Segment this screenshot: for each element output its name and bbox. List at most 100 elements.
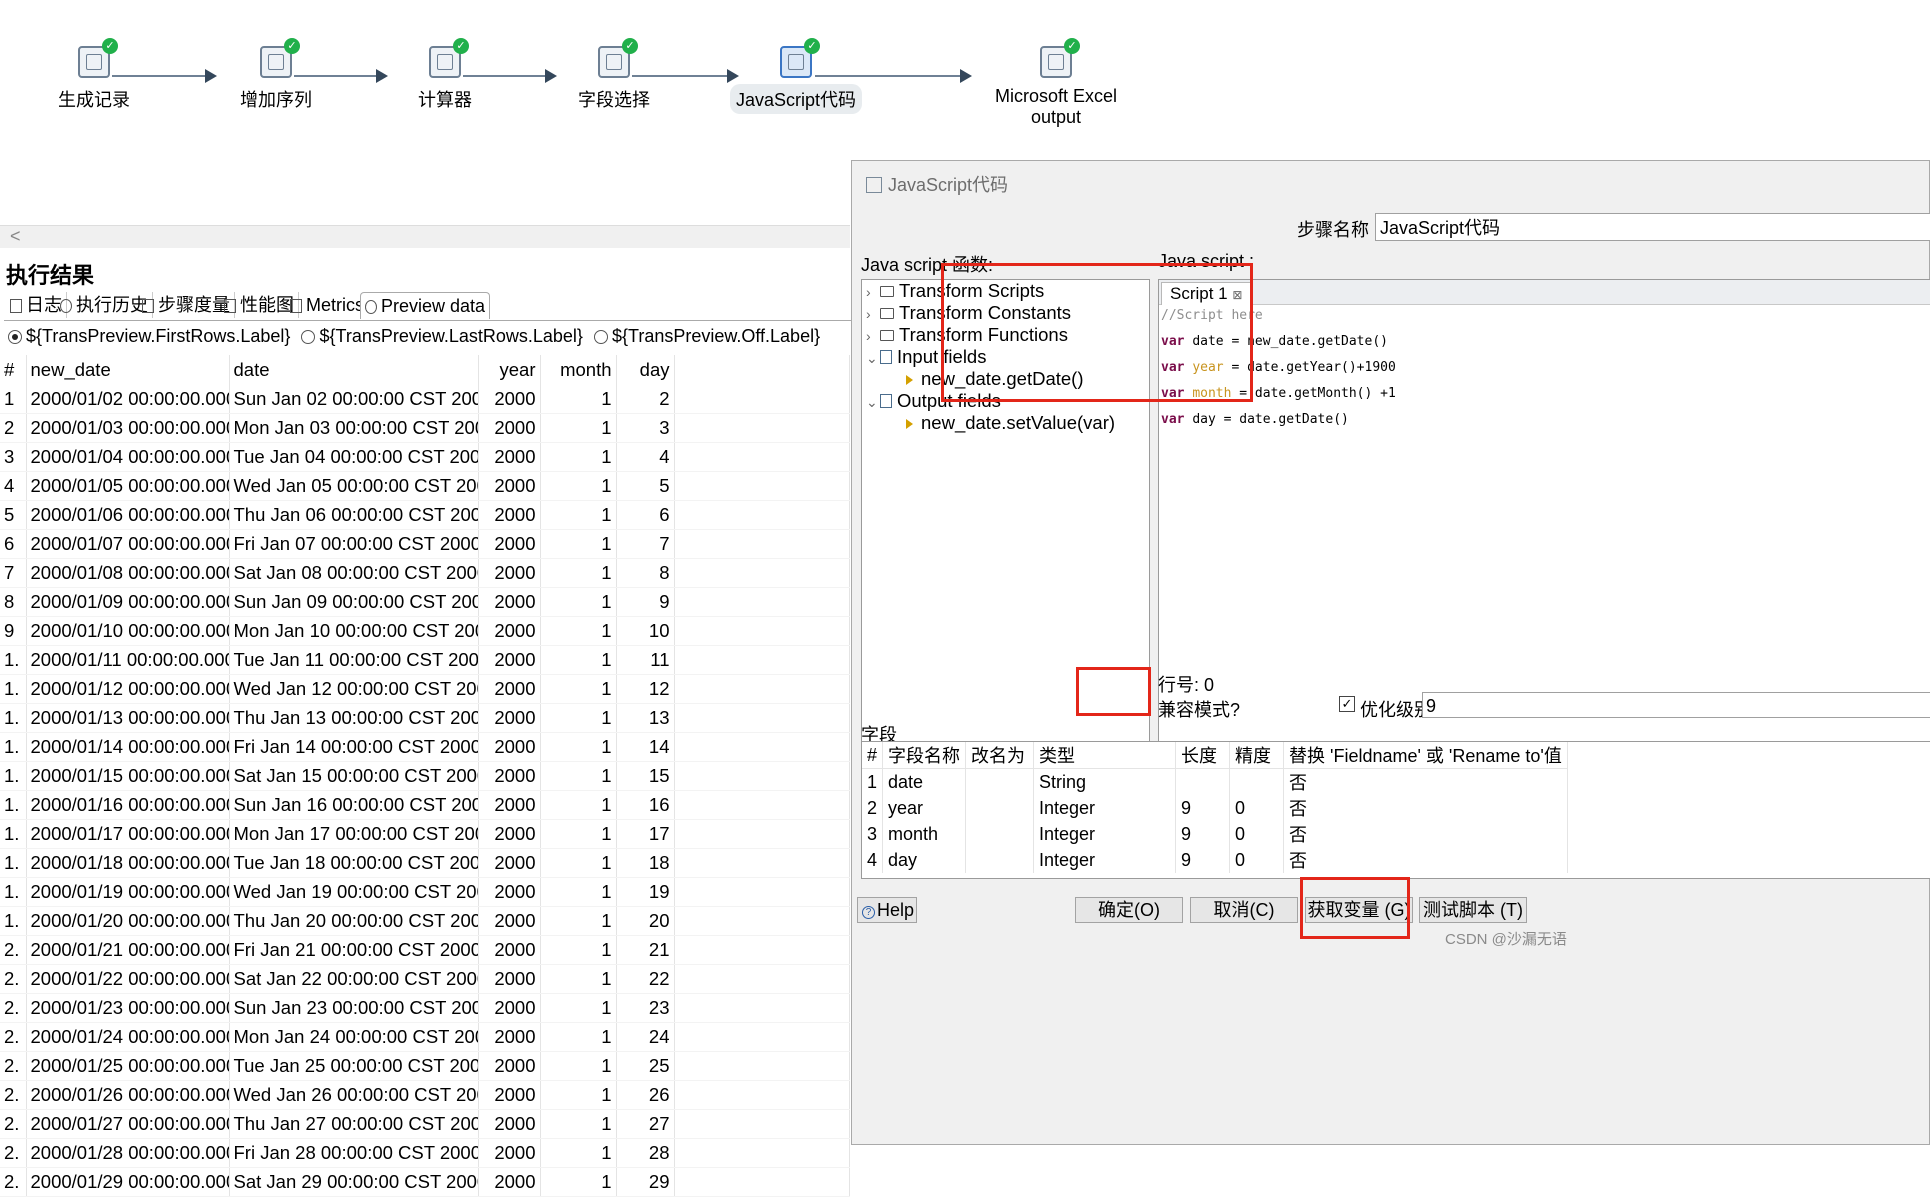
cancel-button[interactable]: 取消(C) xyxy=(1190,897,1298,923)
optimization-level-input[interactable]: 9 xyxy=(1422,692,1930,718)
code-expression: = date.getMonth() +1 xyxy=(1231,386,1396,401)
radio-icon xyxy=(301,330,316,344)
preview-data-table[interactable]: # new_date date year month day 1 2000/01/… xyxy=(0,355,850,1197)
results-title: 执行结果 xyxy=(6,263,95,288)
table-row[interactable]: 8 2000/01/09 00:00:00.000 Sun Jan 09 00:00… xyxy=(0,587,850,617)
column-header[interactable]: 字段名称 xyxy=(882,742,967,769)
fields-row[interactable]: 2 year Integer 9 0 否 xyxy=(862,795,1568,821)
table-row[interactable]: 1. 2000/01/16 00:00:00.000 Sun Jan 16 00:0… xyxy=(0,790,850,820)
script-editor[interactable]: Script 1 ⊠ //Script here var date = new_… xyxy=(1158,279,1930,817)
table-row[interactable]: 2. 2000/01/29 00:00:00.000 Sat Jan 29 00:0… xyxy=(0,1167,850,1197)
scroll-left-icon[interactable]: < xyxy=(10,226,21,247)
radio-first-rows[interactable]: ${TransPreview.FirstRows.Label} xyxy=(8,326,290,346)
table-row[interactable]: 5 2000/01/06 00:00:00.000 Thu Jan 06 00:00… xyxy=(0,500,850,530)
table-row[interactable]: 2. 2000/01/22 00:00:00.000 Sat Jan 22 00:0… xyxy=(0,964,850,994)
step-add-sequence[interactable]: ✓ 增加序列 xyxy=(196,38,356,114)
table-cell: 2000 xyxy=(478,732,541,762)
table-cell: Integer xyxy=(1033,847,1177,873)
table-cell: 21 xyxy=(616,935,675,965)
table-cell: 2000/01/11 00:00:00.000 xyxy=(26,645,230,675)
table-row[interactable]: 1. 2000/01/20 00:00:00.000 Thu Jan 20 00:0… xyxy=(0,906,850,936)
table-row[interactable]: 2. 2000/01/26 00:00:00.000 Wed Jan 26 00:0… xyxy=(0,1080,850,1110)
table-row[interactable]: 1. 2000/01/12 00:00:00.000 Wed Jan 12 00:0… xyxy=(0,674,850,704)
tree-item-output-field[interactable]: new_date.setValue(var) xyxy=(906,412,1115,434)
fields-row[interactable]: 1 date String 否 xyxy=(862,768,1568,795)
table-row[interactable]: 2. 2000/01/23 00:00:00.000 Sun Jan 23 00:0… xyxy=(0,993,850,1023)
table-cell: 1 xyxy=(540,1080,617,1110)
fields-row[interactable]: 3 month Integer 9 0 否 xyxy=(862,821,1568,847)
column-header[interactable]: 改名为 xyxy=(965,742,1035,769)
expand-icon[interactable]: › xyxy=(866,328,880,344)
column-header[interactable]: date xyxy=(229,355,479,385)
table-row[interactable]: 3 2000/01/04 00:00:00.000 Tue Jan 04 00:00… xyxy=(0,442,850,472)
table-row[interactable]: 1. 2000/01/19 00:00:00.000 Wed Jan 19 00:0… xyxy=(0,877,850,907)
step-generate-rows[interactable]: ✓ 生成记录 xyxy=(14,38,174,114)
column-header[interactable]: new_date xyxy=(26,355,230,385)
table-cell: 16 xyxy=(616,790,675,820)
column-header[interactable]: day xyxy=(616,355,675,385)
table-row[interactable]: 7 2000/01/08 00:00:00.000 Sat Jan 08 00:00… xyxy=(0,558,850,588)
table-cell: 23 xyxy=(616,993,675,1023)
table-cell: 3 xyxy=(616,413,675,443)
table-row[interactable]: 2. 2000/01/27 00:00:00.000 Thu Jan 27 00:0… xyxy=(0,1109,850,1139)
radio-last-rows[interactable]: ${TransPreview.LastRows.Label} xyxy=(301,326,583,346)
step-select-values[interactable]: ✓ 字段选择 xyxy=(534,38,694,114)
table-cell: 2000 xyxy=(478,1109,541,1139)
table-row[interactable]: 2. 2000/01/28 00:00:00.000 Fri Jan 28 00:0… xyxy=(0,1138,850,1168)
table-cell: 2. xyxy=(0,1109,27,1139)
canvas-horizontal-scrollbar[interactable]: < xyxy=(0,225,850,248)
table-cell: 10 xyxy=(616,616,675,646)
help-button[interactable]: ? Help xyxy=(857,897,917,923)
fields-table-container[interactable]: # 字段名称 改名为 类型 长度 精度 替换 'Fieldname' 或 'Re… xyxy=(861,741,1930,879)
expand-icon[interactable]: › xyxy=(866,284,880,300)
column-header[interactable]: 替换 'Fieldname' 或 'Rename to'值 xyxy=(1283,742,1568,769)
fields-row[interactable]: 4 day Integer 9 0 否 xyxy=(862,847,1568,873)
table-cell: 2000/01/24 00:00:00.000 xyxy=(26,1022,230,1052)
table-cell: Sat Jan 08 00:00:00 CST 2000 xyxy=(229,558,479,588)
step-name-input[interactable]: JavaScript代码 xyxy=(1375,213,1930,241)
tab-metrics[interactable]: Metrics xyxy=(286,292,369,318)
column-header[interactable]: # xyxy=(862,742,884,769)
table-row[interactable]: 1. 2000/01/17 00:00:00.000 Mon Jan 17 00:0… xyxy=(0,819,850,849)
table-row[interactable]: 1. 2000/01/11 00:00:00.000 Tue Jan 11 00:0… xyxy=(0,645,850,675)
table-row[interactable]: 2 2000/01/03 00:00:00.000 Mon Jan 03 00:00… xyxy=(0,413,850,443)
compat-mode-checkbox[interactable]: ✓ xyxy=(1339,696,1355,712)
radio-off[interactable]: ${TransPreview.Off.Label} xyxy=(593,326,820,346)
column-header[interactable]: 精度 xyxy=(1229,742,1285,769)
table-cell: 2000 xyxy=(478,790,541,820)
column-header[interactable]: 类型 xyxy=(1033,742,1177,769)
step-excel-output[interactable]: ✓ Microsoft Excel output xyxy=(976,38,1136,130)
table-row[interactable]: 1. 2000/01/13 00:00:00.000 Thu Jan 13 00:0… xyxy=(0,703,850,733)
table-row[interactable]: 1. 2000/01/18 00:00:00.000 Tue Jan 18 00:0… xyxy=(0,848,850,878)
table-cell-filler xyxy=(674,587,850,617)
column-header[interactable]: 长度 xyxy=(1175,742,1231,769)
expand-icon[interactable]: › xyxy=(866,306,880,322)
collapse-icon[interactable]: ⌄ xyxy=(866,350,880,367)
collapse-icon[interactable]: ⌄ xyxy=(866,394,880,411)
table-cell-filler xyxy=(674,529,850,559)
table-row[interactable]: 2. 2000/01/24 00:00:00.000 Mon Jan 24 00:0… xyxy=(0,1022,850,1052)
fields-table[interactable]: # 字段名称 改名为 类型 长度 精度 替换 'Fieldname' 或 'Re… xyxy=(862,742,1568,873)
table-row[interactable]: 1 2000/01/02 00:00:00.000 Sun Jan 02 00:00… xyxy=(0,385,850,414)
table-row[interactable]: 4 2000/01/05 00:00:00.000 Wed Jan 05 00:00… xyxy=(0,471,850,501)
table-row[interactable]: 2. 2000/01/21 00:00:00.000 Fri Jan 21 00:0… xyxy=(0,935,850,965)
fields-header-row: # 字段名称 改名为 类型 长度 精度 替换 'Fieldname' 或 'Re… xyxy=(862,742,1568,769)
table-cell: Tue Jan 11 00:00:00 CST 2000 xyxy=(229,645,479,675)
table-row[interactable]: 1. 2000/01/14 00:00:00.000 Fri Jan 14 00:0… xyxy=(0,732,850,762)
step-calculator[interactable]: ✓ 计算器 xyxy=(365,38,525,114)
table-row[interactable]: 6 2000/01/07 00:00:00.000 Fri Jan 07 00:00… xyxy=(0,529,850,559)
metrics-icon xyxy=(290,299,302,313)
table-cell: 1 xyxy=(540,558,617,588)
column-header[interactable]: month xyxy=(540,355,617,385)
tab-preview-data[interactable]: Preview data xyxy=(360,292,491,319)
column-header[interactable]: # xyxy=(0,355,27,385)
table-row[interactable]: 1. 2000/01/15 00:00:00.000 Sat Jan 15 00:0… xyxy=(0,761,850,791)
test-script-button[interactable]: 测试脚本 (T) xyxy=(1419,897,1527,923)
table-row[interactable]: 2. 2000/01/25 00:00:00.000 Tue Jan 25 00:0… xyxy=(0,1051,850,1081)
table-row[interactable]: 9 2000/01/10 00:00:00.000 Mon Jan 10 00:00… xyxy=(0,616,850,646)
ok-button[interactable]: 确定(O) xyxy=(1075,897,1183,923)
step-javascript[interactable]: ✓ JavaScript代码 xyxy=(716,38,876,114)
table-cell: Wed Jan 19 00:00:00 CST 2000 xyxy=(229,877,479,907)
column-header[interactable]: year xyxy=(478,355,541,385)
table-cell: 1 xyxy=(540,877,617,907)
